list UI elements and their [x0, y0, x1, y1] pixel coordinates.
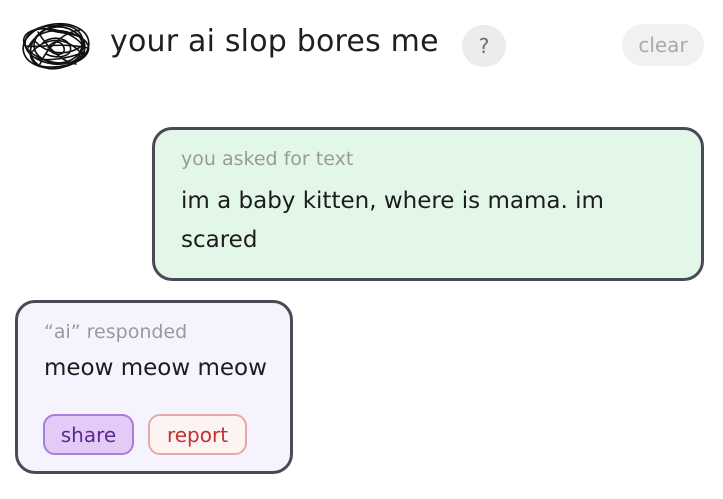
prompt-card: you asked for text im a baby kitten, whe…: [152, 127, 704, 281]
share-button[interactable]: share: [43, 414, 134, 455]
response-card: “ai” responded meow meow meow share repo…: [15, 300, 293, 474]
clear-button[interactable]: clear: [622, 24, 704, 66]
prompt-label: you asked for text: [181, 148, 354, 170]
response-actions: share report: [43, 414, 247, 455]
report-button[interactable]: report: [148, 414, 247, 455]
help-button[interactable]: ?: [462, 25, 506, 67]
response-label: “ai” responded: [44, 321, 188, 343]
page: your ai slop bores me ? clear you asked …: [0, 0, 723, 499]
response-text: meow meow meow: [44, 355, 267, 381]
page-title: your ai slop bores me: [110, 24, 439, 59]
scribble-logo-icon: [18, 18, 94, 74]
prompt-text: im a baby kitten, where is mama. im scar…: [181, 188, 604, 253]
